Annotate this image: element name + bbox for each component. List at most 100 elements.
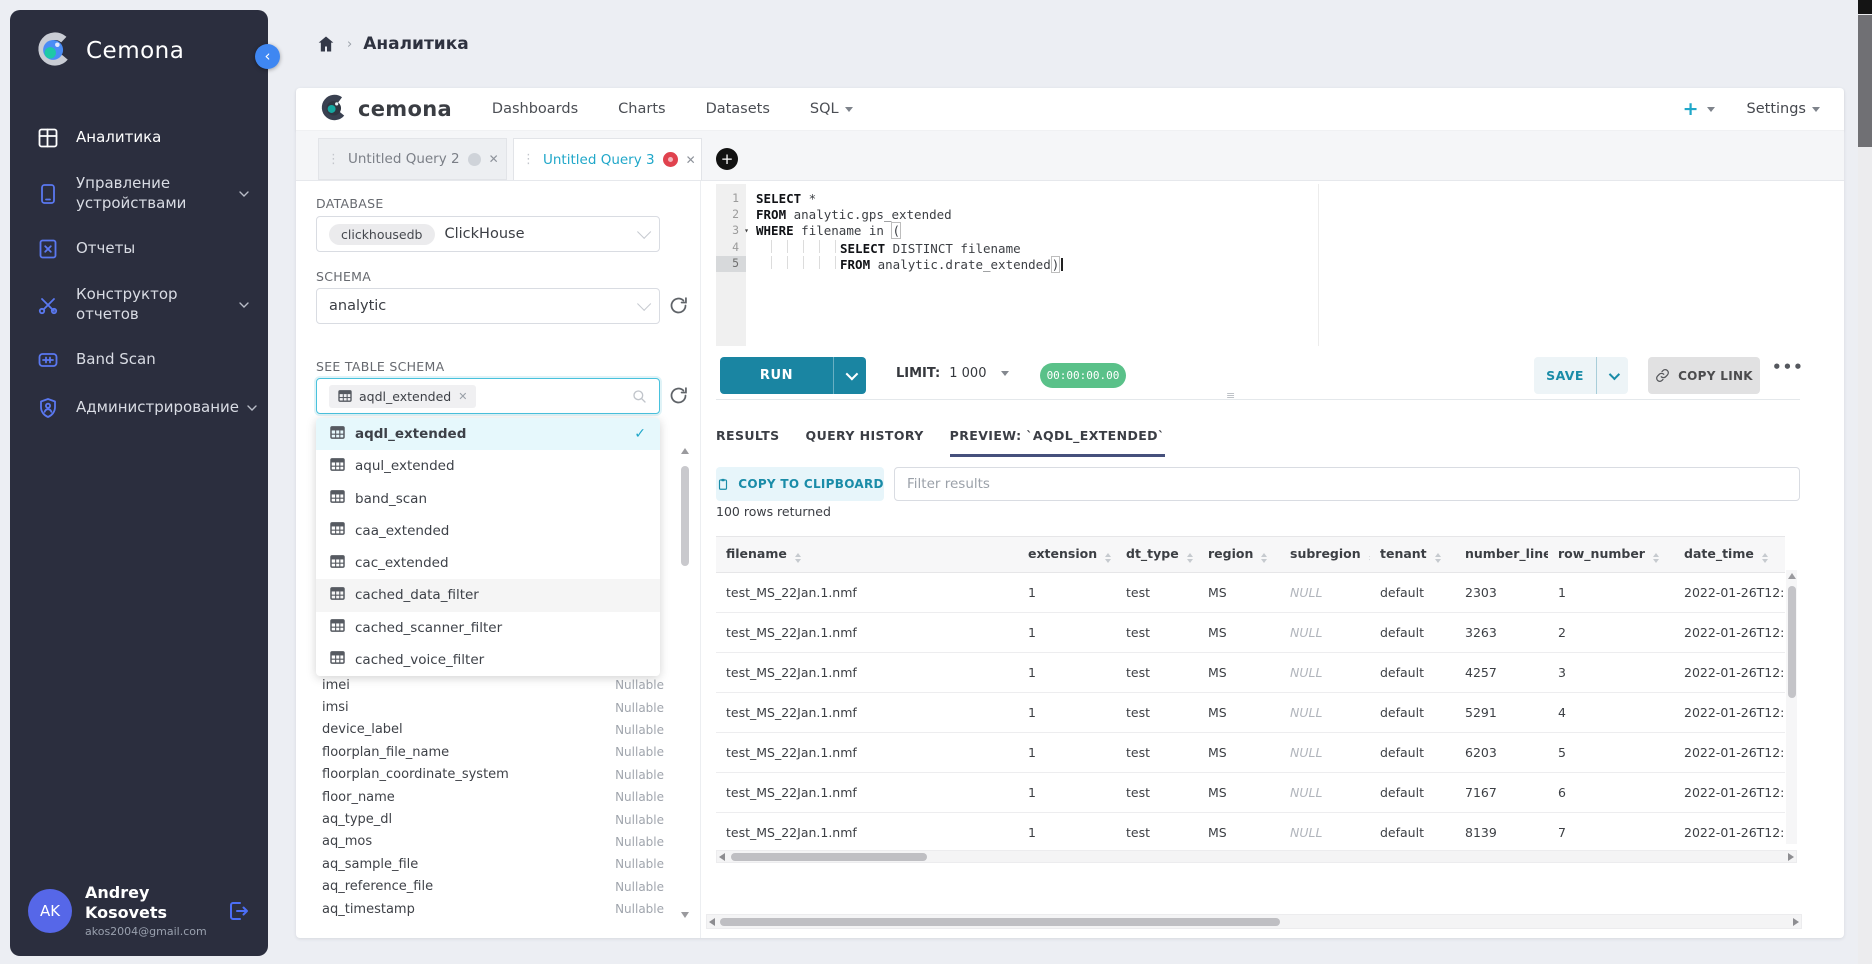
scroll-right-icon[interactable] [1793, 918, 1799, 926]
refresh-tables-icon[interactable] [668, 385, 689, 406]
save-button[interactable]: SAVE [1534, 357, 1628, 394]
sidebar-item-device-management[interactable]: Управление устройствами [10, 162, 268, 225]
sort-icon[interactable] [1369, 553, 1370, 563]
limit-control[interactable]: LIMIT: 1 000 [896, 366, 1009, 381]
column-header-tenant[interactable]: tenant [1370, 537, 1455, 573]
new-query-tab-button[interactable]: + [716, 148, 738, 170]
sidebar-collapse-button[interactable]: ‹ [255, 44, 280, 69]
dropdown-item[interactable]: cached_voice_filter [316, 644, 660, 676]
nav-sql-menu[interactable]: SQL [810, 101, 853, 117]
column-header-extension[interactable]: extension [1018, 537, 1116, 573]
results-tab-1[interactable]: QUERY HISTORY [806, 428, 924, 457]
app-logo[interactable]: cemona [320, 93, 452, 126]
scroll-left-icon[interactable] [719, 853, 725, 861]
scroll-up-icon[interactable] [1788, 573, 1796, 579]
sort-icon[interactable] [1105, 553, 1111, 563]
table-icon [330, 458, 345, 475]
drag-handle-icon[interactable]: ⋮ [522, 152, 535, 167]
table-cell: 2022-01-26T12:0 [1674, 653, 1785, 693]
scroll-right-icon[interactable] [1788, 853, 1794, 861]
table-cell: 1 [1018, 573, 1116, 613]
more-options-button[interactable]: ••• [1772, 358, 1804, 376]
query-tab-untitled-2[interactable]: ⋮ Untitled Query 2 ✕ [318, 138, 507, 180]
sort-icon[interactable] [1435, 553, 1441, 563]
column-header-filename[interactable]: filename [716, 537, 1018, 573]
results-tab-2[interactable]: PREVIEW: `AQDL_EXTENDED` [950, 428, 1165, 457]
close-icon[interactable]: ✕ [686, 153, 696, 167]
column-type: Nullable [615, 857, 664, 871]
table-select[interactable]: aqdl_extended ✕ [316, 378, 660, 414]
sort-icon[interactable] [1187, 553, 1193, 563]
copy-to-clipboard-button[interactable]: COPY TO CLIPBOARD [716, 467, 884, 501]
chevron-down-icon[interactable] [1001, 371, 1009, 376]
check-icon: ✓ [634, 426, 646, 442]
close-icon[interactable]: ✕ [489, 152, 499, 166]
query-tab-untitled-3[interactable]: ⋮ Untitled Query 3 ✕ [513, 138, 702, 180]
scrollbar-thumb[interactable] [731, 853, 927, 861]
pane-resize-handle[interactable]: ≡ [1226, 389, 1236, 402]
sidebar-item-administration[interactable]: Администрирование [10, 384, 268, 432]
panel-scrollbar[interactable] [680, 446, 690, 926]
settings-menu[interactable]: Settings [1747, 101, 1820, 117]
run-button[interactable]: RUN [720, 357, 866, 394]
limit-value[interactable]: 1 000 [949, 366, 986, 381]
breadcrumb-current[interactable]: Аналитика [363, 34, 469, 54]
table-vertical-scrollbar[interactable] [1786, 570, 1797, 844]
home-icon[interactable] [316, 34, 336, 54]
scroll-up-icon[interactable] [681, 448, 689, 454]
column-header-label: date_time [1684, 546, 1754, 561]
sidebar-item-report-builder[interactable]: Конструктор отчетов [10, 273, 268, 336]
dropdown-item[interactable]: aqul_extended [316, 450, 660, 482]
chevron-down-icon [637, 297, 651, 311]
dropdown-item[interactable]: cached_data_filter [316, 579, 660, 611]
sidebar-item-analytics[interactable]: Аналитика [10, 114, 268, 162]
sidebar-item-reports[interactable]: Отчеты [10, 225, 268, 273]
pane-horizontal-scrollbar[interactable] [706, 914, 1802, 929]
nav-datasets[interactable]: Datasets [706, 101, 770, 117]
column-header-dt_type[interactable]: dt_type [1116, 537, 1198, 573]
scroll-left-icon[interactable] [709, 918, 715, 926]
save-options-button[interactable] [1597, 357, 1628, 394]
sql-editor[interactable]: 123▾45 SELECT *FROM analytic.gps_extende… [716, 184, 1794, 346]
remove-table-icon[interactable]: ✕ [458, 390, 467, 403]
dropdown-item[interactable]: band_scan [316, 483, 660, 515]
sort-icon[interactable] [1653, 553, 1659, 563]
sidebar-item-band-scan[interactable]: Band Scan [10, 336, 268, 384]
sort-icon[interactable] [1261, 553, 1267, 563]
save-label[interactable]: SAVE [1534, 357, 1597, 394]
column-header-region[interactable]: region [1198, 537, 1280, 573]
scrollbar-thumb[interactable] [681, 466, 689, 566]
editor-code[interactable]: SELECT *FROM analytic.gps_extendedWHERE … [746, 191, 1794, 272]
dropdown-item[interactable]: aqdl_extended✓ [316, 418, 660, 450]
dropdown-item[interactable]: caa_extended [316, 515, 660, 547]
table-cell: test_MS_22Jan.1.nmf [716, 813, 1018, 853]
database-select[interactable]: clickhousedb ClickHouse [316, 216, 660, 252]
column-header-row_number[interactable]: row_number [1548, 537, 1674, 573]
dropdown-item[interactable]: cached_scanner_filter [316, 612, 660, 644]
new-item-button[interactable]: + [1683, 98, 1699, 120]
scrollbar-thumb[interactable] [1858, 15, 1872, 147]
column-header-number_line[interactable]: number_line [1455, 537, 1548, 573]
schema-select[interactable]: analytic [316, 288, 660, 324]
dropdown-item[interactable]: cac_extended [316, 547, 660, 579]
page-scrollbar[interactable] [1858, 0, 1872, 964]
sort-icon[interactable] [1762, 553, 1768, 563]
table-horizontal-scrollbar[interactable] [716, 850, 1797, 863]
nav-charts[interactable]: Charts [618, 101, 665, 117]
scrollbar-thumb[interactable] [720, 918, 1280, 926]
drag-handle-icon[interactable]: ⋮ [327, 152, 340, 167]
filter-results-input[interactable] [894, 467, 1800, 501]
run-label[interactable]: RUN [720, 357, 834, 394]
logout-icon[interactable] [226, 899, 250, 923]
scroll-down-icon[interactable] [681, 912, 689, 918]
nav-dashboards[interactable]: Dashboards [492, 101, 578, 117]
column-header-date_time[interactable]: date_time [1674, 537, 1785, 573]
copy-link-button[interactable]: COPY LINK [1648, 357, 1760, 394]
run-options-button[interactable] [834, 357, 866, 394]
sort-icon[interactable] [795, 553, 801, 563]
results-tab-0[interactable]: RESULTS [716, 428, 780, 457]
refresh-schema-icon[interactable] [668, 295, 689, 316]
column-header-subregion[interactable]: subregion [1280, 537, 1370, 573]
chevron-down-icon[interactable] [1707, 107, 1715, 112]
scrollbar-thumb[interactable] [1788, 586, 1796, 698]
